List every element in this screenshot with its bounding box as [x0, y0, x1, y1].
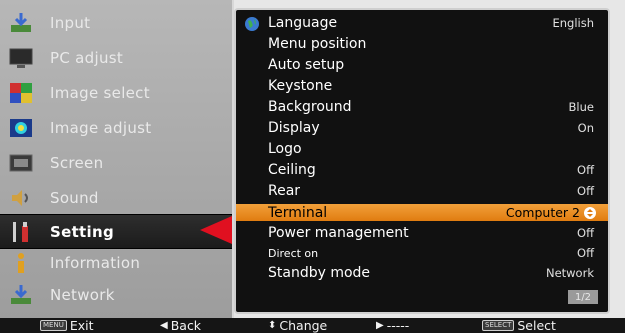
setting-row-keystone[interactable]: Keystone [236, 77, 608, 95]
left-arrow-icon: ◀ [160, 320, 168, 331]
setting-submenu-panel: Language English Menu position Auto setu… [234, 8, 610, 314]
change-label: Change [279, 318, 328, 333]
setting-row-power-management[interactable]: Power management Off [236, 224, 608, 242]
up-down-arrow-icon[interactable] [584, 206, 596, 219]
information-icon [6, 251, 36, 275]
back-label: Back [170, 318, 202, 333]
network-icon [6, 283, 36, 307]
select-key-icon: SELECT [482, 320, 515, 331]
image-adjust-icon [6, 116, 36, 140]
help-change: ⬍ Change [268, 318, 327, 333]
setting-row-standby-mode[interactable]: Standby mode Network [236, 264, 608, 282]
help-select: SELECT Select [482, 318, 556, 333]
menu-item-information[interactable]: Information [0, 246, 232, 279]
menu-item-image-adjust[interactable]: Image adjust [0, 111, 232, 144]
input-icon [6, 11, 36, 35]
pc-adjust-icon [6, 46, 36, 70]
menu-item-input[interactable]: Input [0, 6, 232, 39]
help-next: ▶ ----- [376, 318, 409, 333]
setting-row-background[interactable]: Background Blue [236, 98, 608, 116]
right-arrow-icon: ▶ [376, 320, 384, 331]
menu-item-image-select[interactable]: Image select [0, 76, 232, 109]
bottom-help-bar: MENU Exit ◀ Back ⬍ Change ▶ ----- SELECT… [0, 318, 625, 333]
setting-row-ceiling[interactable]: Ceiling Off [236, 161, 608, 179]
terminal-value: Computer 2 [505, 205, 580, 220]
sound-icon [6, 186, 36, 210]
globe-icon [244, 16, 260, 36]
setting-row-terminal[interactable]: Terminal Computer 2 [236, 204, 608, 221]
setting-row-display[interactable]: Display On [236, 119, 608, 137]
selection-pointer-icon [200, 216, 232, 244]
up-down-icon: ⬍ [268, 320, 277, 331]
exit-label: Exit [69, 318, 94, 333]
select-label: Select [517, 318, 556, 333]
menu-item-screen[interactable]: Screen [0, 146, 232, 179]
setting-row-logo[interactable]: Logo [236, 140, 608, 158]
setting-row-rear[interactable]: Rear Off [236, 182, 608, 200]
page-indicator: 1/2 [568, 290, 598, 304]
projector-osd-menu: Input PC adjust Image select Image adjus… [0, 0, 625, 333]
setting-icon [6, 220, 36, 244]
setting-row-language[interactable]: Language English [236, 14, 608, 32]
help-exit: MENU Exit [40, 318, 94, 333]
menu-item-sound[interactable]: Sound [0, 181, 232, 214]
main-menu-panel: Input PC adjust Image select Image adjus… [0, 0, 234, 318]
screen-icon [6, 151, 36, 175]
menu-item-setting[interactable]: Setting [0, 214, 232, 249]
setting-row-auto-setup[interactable]: Auto setup [236, 56, 608, 74]
menu-item-network[interactable]: Network [0, 278, 232, 311]
help-back: ◀ Back [160, 318, 201, 333]
menu-key-icon: MENU [40, 320, 67, 331]
next-label: ----- [386, 318, 410, 333]
setting-row-menu-position[interactable]: Menu position [236, 35, 608, 53]
menu-item-pc-adjust[interactable]: PC adjust [0, 41, 232, 74]
setting-row-direct-on[interactable]: Direct on Off [236, 244, 608, 262]
image-select-icon [6, 81, 36, 105]
